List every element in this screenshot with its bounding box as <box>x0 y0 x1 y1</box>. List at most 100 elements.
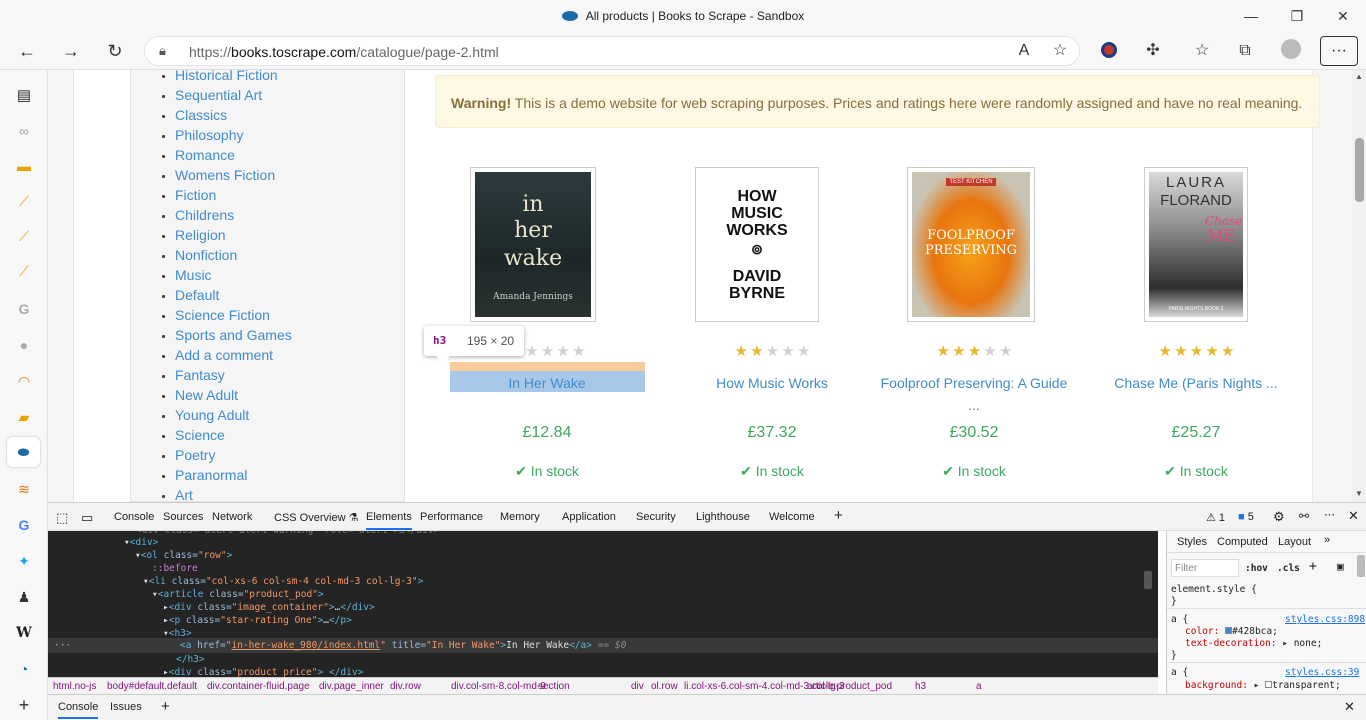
device-toolbar-icon[interactable]: ▭ <box>81 510 93 526</box>
category-item[interactable]: New Adult <box>175 385 292 405</box>
profile-avatar-icon[interactable] <box>1276 37 1306 65</box>
dom-line[interactable]: ▸<p class="star-rating One">…</p> <box>163 614 352 627</box>
category-item[interactable]: Add a comment <box>175 345 292 365</box>
category-item[interactable]: Religion <box>175 225 292 245</box>
github-icon[interactable]: ● <box>13 334 35 356</box>
book-title-link[interactable]: How Music Works <box>672 372 872 394</box>
styles-scrollbar-thumb[interactable] <box>1357 555 1365 577</box>
book-title-link[interactable]: Chase Me (Paris Nights ... <box>1096 372 1296 394</box>
sidebar-app-icon[interactable]: ⟋ <box>13 225 35 247</box>
book-title-link[interactable]: In Her Wake <box>447 372 647 394</box>
sidebar-link-icon[interactable]: ∞ <box>13 120 35 142</box>
class-toggle[interactable]: .cls <box>1277 563 1300 574</box>
tab-network[interactable]: Network <box>212 511 252 523</box>
read-aloud-icon[interactable]: A <box>1009 37 1039 65</box>
element-style-rule[interactable]: element.style { <box>1171 584 1257 595</box>
extensions-puzzle-icon[interactable]: ✣ <box>1138 37 1168 65</box>
breadcrumb-item[interactable]: section <box>538 681 570 692</box>
add-drawer-tab-icon[interactable]: + <box>161 698 170 715</box>
address-bar[interactable]: 🔒︎ https://books.toscrape.com/catalogue/… <box>144 36 1080 66</box>
category-item[interactable]: Art <box>175 485 292 502</box>
category-item[interactable]: Philosophy <box>175 125 292 145</box>
tab-lighthouse[interactable]: Lighthouse <box>696 511 750 523</box>
css-property[interactable]: color: #428bca; <box>1185 626 1278 637</box>
active-site-icon[interactable]: ⬬ <box>7 437 40 467</box>
stylesheet-link[interactable]: styles.css:39 <box>1285 667 1359 678</box>
category-item[interactable]: Poetry <box>175 445 292 465</box>
sidebar-app-icon[interactable]: ◔ <box>13 658 35 680</box>
breadcrumb-item[interactable]: html.no-js <box>53 681 96 692</box>
back-button[interactable]: ← <box>12 37 42 65</box>
forward-button[interactable]: → <box>56 37 86 65</box>
tab-console[interactable]: Console <box>114 511 154 523</box>
dom-line[interactable]: ▾<li class="col-xs-6 col-sm-4 col-md-3 c… <box>143 575 423 588</box>
dom-line[interactable]: ▸<div class="product_price"> </div> <box>163 666 363 677</box>
hover-state-toggle[interactable]: :hov <box>1245 563 1268 574</box>
dom-line[interactable]: ▾<div> <box>124 536 158 549</box>
dom-line[interactable]: ▸<div class="image_container">…</div> <box>163 601 375 614</box>
drawer-tab-console[interactable]: Console <box>58 701 99 719</box>
wikipedia-icon[interactable]: W <box>13 622 35 644</box>
scrollbar-thumb[interactable] <box>1355 138 1364 202</box>
add-favorite-icon[interactable]: ☆ <box>1045 37 1075 65</box>
dom-line[interactable]: ▾<ol class="row"> <box>135 549 232 562</box>
tab-application[interactable]: Application <box>562 511 616 523</box>
tab-welcome[interactable]: Welcome <box>769 511 815 523</box>
sidebar-app-icon[interactable]: ◠ <box>13 370 35 392</box>
css-property[interactable]: text-decoration: ▸ none; <box>1185 638 1322 649</box>
dom-line[interactable]: <a href="in-her-wake_980/index.html" tit… <box>180 639 626 652</box>
book-cover[interactable]: TEST KITCHEN FOOLPROOF PRESERVING <box>907 167 1035 322</box>
settings-menu-button[interactable]: ··· <box>1320 36 1358 66</box>
favorites-icon[interactable]: ☆ <box>1187 37 1217 65</box>
category-item[interactable]: Fiction <box>175 185 292 205</box>
dom-line[interactable]: <div class="alert alert-warning" role="a… <box>136 531 439 537</box>
google-icon[interactable]: G <box>13 514 35 536</box>
breadcrumb-item[interactable]: div.page_inner <box>319 681 384 692</box>
category-item[interactable]: Fantasy <box>175 365 292 385</box>
css-property[interactable]: background: ▸ transparent; <box>1185 680 1341 691</box>
maximize-button[interactable]: ❐ <box>1282 4 1312 28</box>
breadcrumb-item[interactable]: div.col-sm-8.col-md-9 <box>451 681 546 692</box>
issues-badge[interactable]: ■ 5 <box>1238 511 1254 523</box>
inspect-element-icon[interactable]: ⬚ <box>56 510 68 526</box>
more-options-icon[interactable]: ⋯ <box>1324 508 1335 521</box>
category-item[interactable]: Childrens <box>175 205 292 225</box>
collections-icon[interactable]: ⧉ <box>1230 37 1260 65</box>
book-cover[interactable]: LAURA FLORAND Chase ME PARIS NIGHTS BOOK… <box>1144 167 1248 322</box>
category-item[interactable]: Womens Fiction <box>175 165 292 185</box>
stylesheet-link[interactable]: styles.css:898 <box>1285 614 1365 625</box>
tab-sources[interactable]: Sources <box>163 511 203 523</box>
toggle-sidebar-icon[interactable]: ▣ <box>1337 560 1344 573</box>
css-rule-selector[interactable]: a { <box>1171 667 1188 678</box>
breadcrumb-item[interactable]: div.container-fluid.page <box>207 681 310 692</box>
breadcrumb-item[interactable]: a <box>976 681 982 692</box>
book-cover[interactable]: in her wake Amanda Jennings <box>470 167 596 322</box>
refresh-button[interactable]: ↻ <box>100 37 130 65</box>
category-item[interactable]: Classics <box>175 105 292 125</box>
customize-icon[interactable]: ⚯ <box>1299 509 1309 523</box>
settings-gear-icon[interactable]: ⚙ <box>1273 509 1285 525</box>
tab-styles[interactable]: Styles <box>1177 536 1207 548</box>
category-item[interactable]: Science <box>175 425 292 445</box>
dom-line[interactable]: ::before <box>152 562 198 575</box>
book-cover[interactable]: HOW MUSIC WORKS ⊚ DAVID BYRNE <box>695 167 819 322</box>
sidebar-app-icon[interactable]: ▬ <box>13 155 35 177</box>
twitter-icon[interactable]: ✦ <box>13 550 35 572</box>
more-panes-icon[interactable]: » <box>1324 534 1330 546</box>
tab-security[interactable]: Security <box>636 511 676 523</box>
warnings-badge[interactable]: ⚠ 1 <box>1206 511 1225 524</box>
category-item[interactable]: Romance <box>175 145 292 165</box>
new-rule-icon[interactable]: + <box>1309 559 1317 574</box>
category-item[interactable]: Paranormal <box>175 465 292 485</box>
extension-icon[interactable] <box>1094 37 1124 65</box>
category-item[interactable]: Sequential Art <box>175 85 292 105</box>
breadcrumb-item[interactable]: article.product_pod <box>807 681 892 692</box>
sidebar-app-icon[interactable]: ▰ <box>13 406 35 428</box>
breadcrumb-item[interactable]: ol.row <box>651 681 678 692</box>
close-devtools-icon[interactable]: ✕ <box>1348 508 1359 524</box>
tab-css-overview[interactable]: CSS Overview ⚗ <box>274 511 358 524</box>
tab-performance[interactable]: Performance <box>420 511 483 523</box>
sidebar-app-icon[interactable]: ≋ <box>13 478 35 500</box>
dom-scrollbar-thumb[interactable] <box>1144 571 1152 589</box>
close-window-button[interactable]: ✕ <box>1328 4 1358 28</box>
